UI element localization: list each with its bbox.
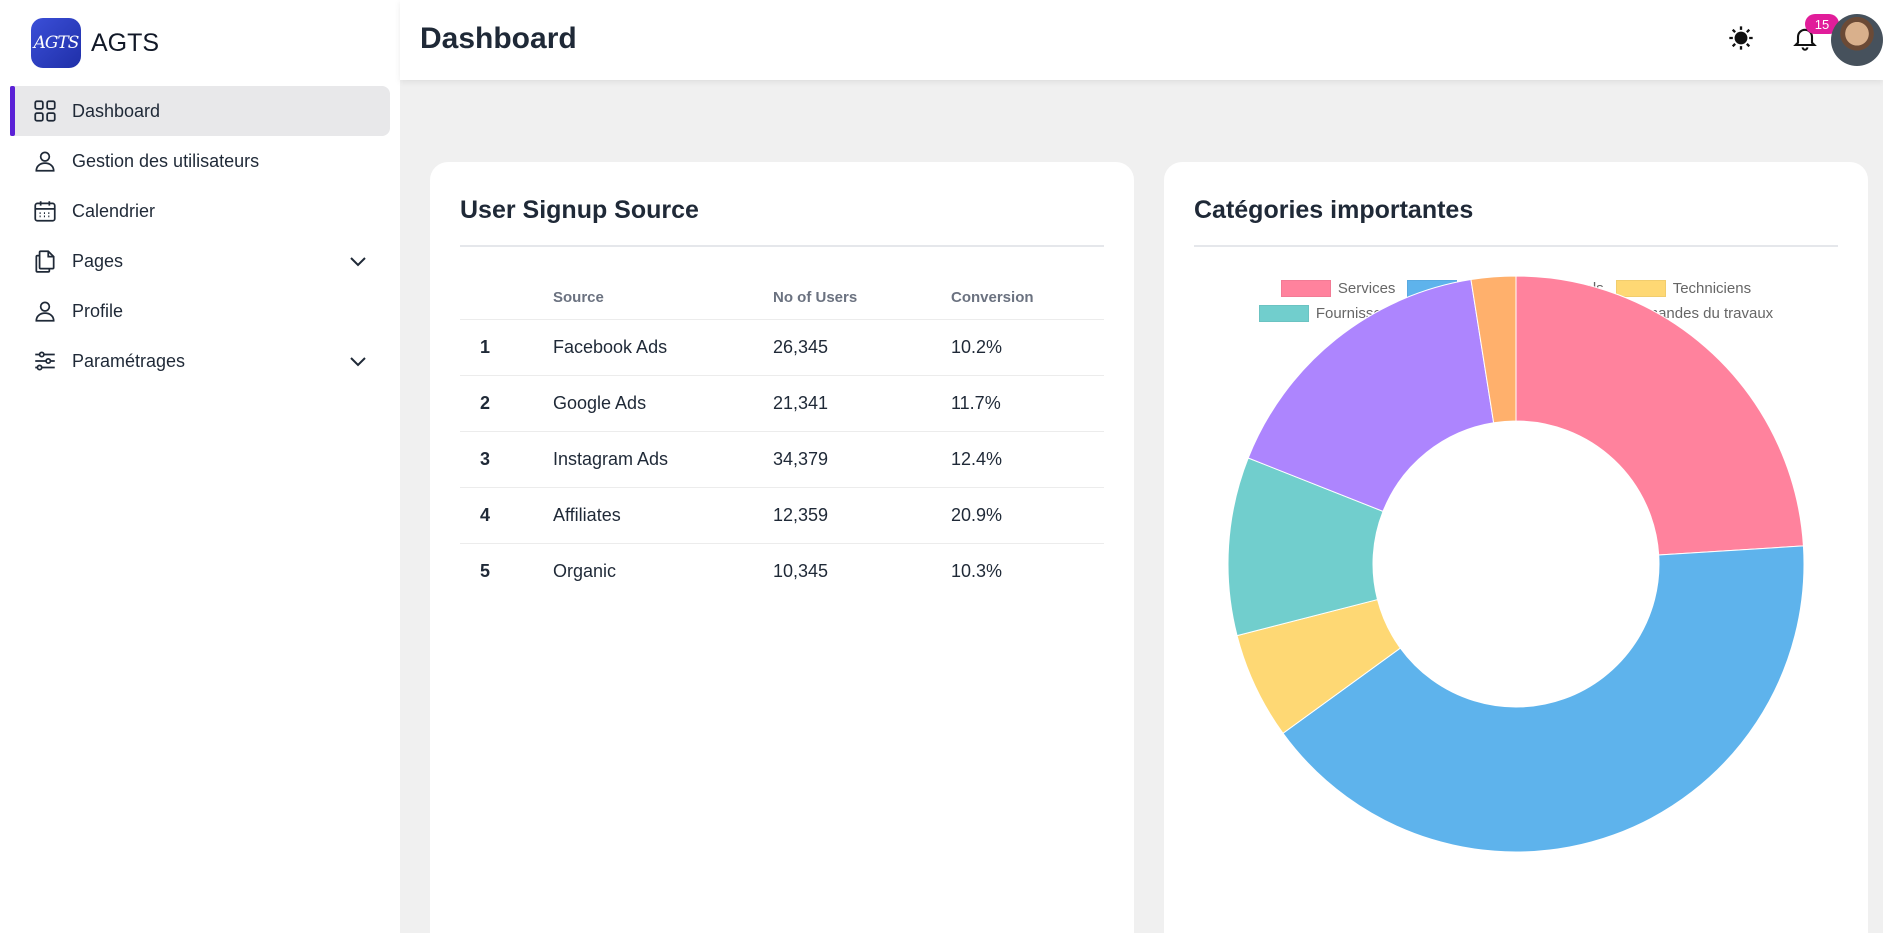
card-title: User Signup Source [460,196,699,224]
sidebar-item-label: Paramétrages [72,350,186,371]
signup-table: Source No of Users Conversion 1 Facebook … [460,277,1104,599]
row-conversion: 10.2% [951,319,1104,376]
app-logo: AGTS [31,18,81,68]
row-conversion: 10.3% [951,560,1003,581]
calendar-icon [32,198,58,224]
column-header: Source [553,277,773,320]
row-users: 10,345 [773,560,829,581]
row-source: Instagram Ads [553,431,773,488]
page-title: Dashboard [420,22,577,55]
row-rank: 5 [480,560,491,581]
sliders-icon [32,348,58,374]
table-row: 4 Affiliates 12,359 20.9% [460,487,1104,544]
row-users: 26,345 [773,319,951,376]
column-header: No of Users [773,277,951,320]
chevron-down-icon[interactable] [348,351,368,371]
avatar[interactable] [1831,14,1883,66]
sidebar-item-label: Pages [72,250,124,271]
sidebar-item-settings[interactable]: Paramétrages [10,336,390,386]
row-conversion: 11.7% [951,375,1104,432]
sidebar: AGTS AGTS Dashboard Gestion des utilisat… [0,0,400,933]
table-row: 3 Instagram Ads 34,379 12.4% [460,431,1104,488]
sidebar-item-profile[interactable]: Profile [10,286,390,336]
categories-card: Catégories importantes ServicesEquipemen… [1164,162,1868,933]
divider [460,245,1104,247]
row-users: 12,359 [773,487,951,544]
notifications-button[interactable]: 15 [1785,14,1839,60]
row-rank: 1 [460,319,553,376]
sidebar-item-label: Calendrier [72,200,156,221]
top-header: Dashboard 15 [400,0,1883,80]
user-icon [32,298,58,324]
row-source: Organic [553,560,617,581]
sidebar-item-label: Gestion des utilisateurs [72,150,260,171]
sidebar-item-calendar[interactable]: Calendrier [10,186,390,236]
sidebar-item-label: Profile [72,300,124,321]
row-source: Google Ads [553,375,773,432]
table-row: 2 Google Ads 21,341 11.7% [460,375,1104,432]
theme-toggle-button[interactable] [1721,20,1761,60]
row-users: 21,341 [773,375,951,432]
column-header [460,277,553,320]
sidebar-item-label: Dashboard [72,100,161,121]
row-conversion: 20.9% [951,487,1104,544]
sidebar-item-pages[interactable]: Pages [10,236,390,286]
row-users: 34,379 [773,431,951,488]
sidebar-item-users[interactable]: Gestion des utilisateurs [10,136,390,186]
row-rank: 4 [460,487,553,544]
signup-source-card: User Signup Source Source No of Users Co… [430,162,1134,933]
row-rank: 3 [460,431,553,488]
row-rank: 2 [460,375,553,432]
app-name: AGTS [91,28,160,57]
table-header-row: Source No of Users Conversion [460,277,1104,320]
chevron-down-icon[interactable] [348,251,368,271]
chart-slice-services[interactable] [1515,275,1804,556]
doughnut-chart [1227,275,1805,853]
user-icon [32,148,58,174]
row-source: Affiliates [553,487,773,544]
sidebar-nav: Dashboard Gestion des utilisateurs Calen… [10,86,390,386]
sidebar-item-dashboard[interactable]: Dashboard [10,86,390,136]
table-row: 5 Organic 10,345 10.3% [460,543,1104,599]
brand[interactable]: AGTS AGTS [31,17,159,69]
sun-icon [1727,24,1755,57]
row-source: Facebook Ads [553,319,773,376]
row-conversion: 12.4% [951,431,1104,488]
grid-icon [32,98,58,124]
table-row: 1 Facebook Ads 26,345 10.2% [460,319,1104,376]
documents-icon [32,248,58,274]
column-header: Conversion [951,277,1104,320]
